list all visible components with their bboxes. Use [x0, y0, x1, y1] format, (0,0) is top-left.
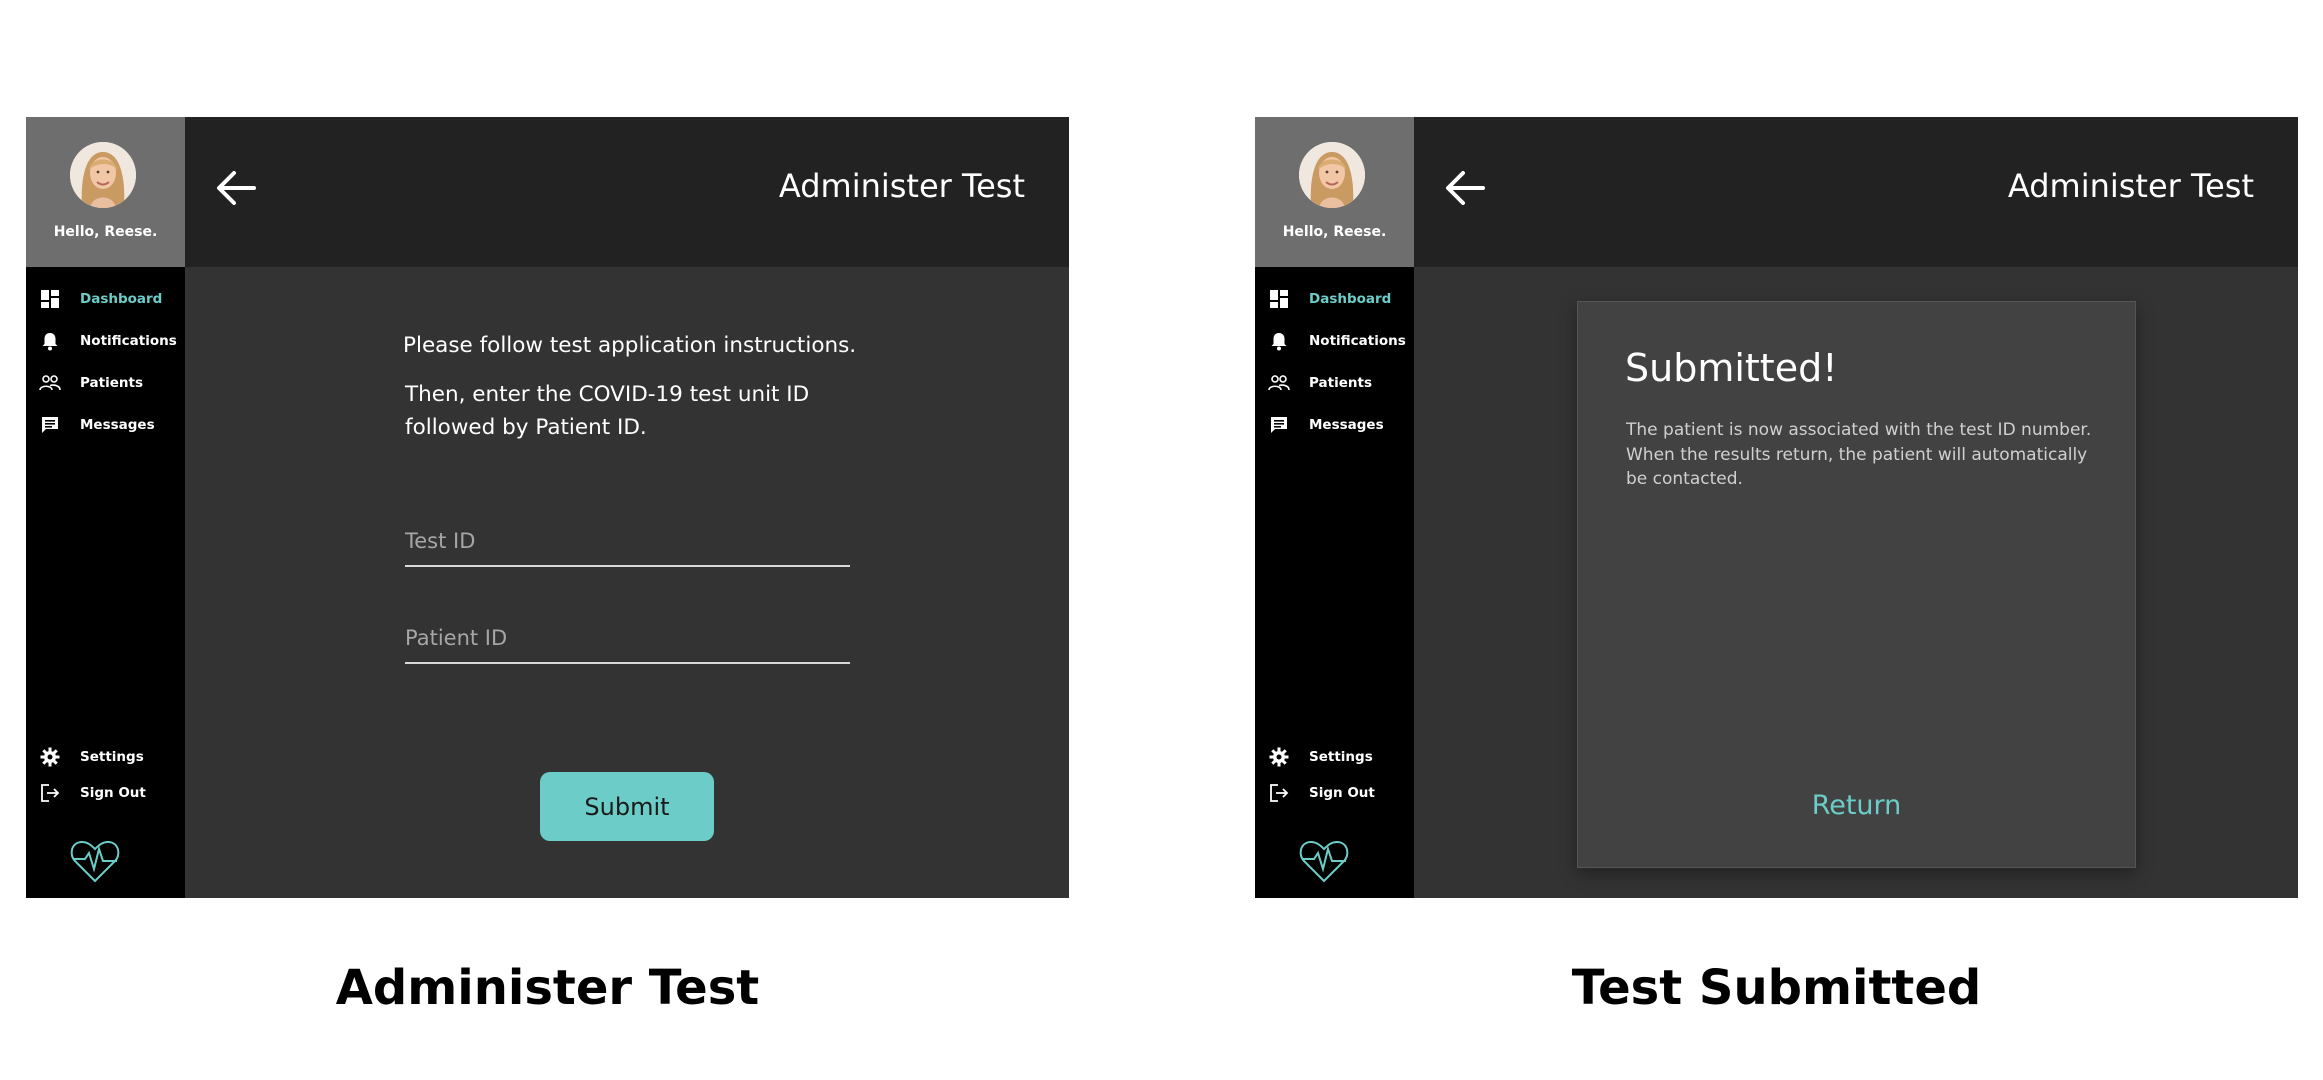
back-button[interactable]	[1442, 165, 1488, 211]
arrow-left-icon	[1446, 171, 1485, 205]
instruction-text-secondary: Then, enter the COVID-19 test unit ID fo…	[405, 382, 810, 440]
instruction-text: Please follow test application instructi…	[403, 333, 857, 358]
sidebar-item-patients[interactable]: Patients	[1267, 371, 1372, 395]
sign-out-icon	[38, 781, 62, 805]
submit-button[interactable]: Submit	[540, 772, 714, 841]
user-avatar[interactable]	[1299, 142, 1365, 208]
administer-test-screen: Hello, Reese. Dashboard Notifications Pa…	[26, 117, 1069, 898]
sidebar: Hello, Reese. Dashboard Notifications Pa…	[26, 117, 185, 898]
header-bar: Administer Test	[1414, 117, 2298, 267]
sidebar-item-messages[interactable]: Messages	[1267, 413, 1384, 437]
return-button[interactable]: Return	[1578, 790, 2135, 821]
test-id-input[interactable]	[405, 517, 850, 567]
greeting-text: Hello, Reese.	[53, 224, 158, 240]
submitted-dialog: Submitted! The patient is now associated…	[1577, 301, 2136, 868]
sidebar-item-sign-out[interactable]: Sign Out	[38, 781, 146, 805]
sidebar-item-label: Dashboard	[1309, 291, 1392, 307]
sidebar-item-notifications[interactable]: Notifications	[38, 329, 177, 353]
sidebar-item-label: Messages	[80, 417, 155, 433]
sidebar-item-settings[interactable]: Settings	[38, 745, 144, 769]
sidebar-item-label: Patients	[80, 375, 143, 391]
bell-icon	[38, 329, 62, 353]
sidebar-item-label: Messages	[1309, 417, 1384, 433]
sidebar-item-label: Notifications	[1309, 333, 1406, 349]
back-button[interactable]	[213, 165, 259, 211]
sidebar-item-dashboard[interactable]: Dashboard	[38, 287, 162, 311]
dialog-message: The patient is now associated with the t…	[1626, 420, 2092, 489]
profile-panel: Hello, Reese.	[26, 117, 185, 267]
test-submitted-screen: Hello, Reese. Dashboard Notifications Pa…	[1255, 117, 2298, 898]
dialog-title: Submitted!	[1625, 346, 1838, 390]
sidebar-item-settings[interactable]: Settings	[1267, 745, 1373, 769]
heart-pulse-logo	[1299, 840, 1349, 883]
header-bar: Administer Test	[185, 117, 1069, 267]
sidebar-item-label: Patients	[1309, 375, 1372, 391]
bell-icon	[1267, 329, 1291, 353]
people-icon	[1267, 371, 1291, 395]
profile-panel: Hello, Reese.	[1255, 117, 1414, 267]
sidebar-item-label: Sign Out	[80, 785, 146, 801]
sidebar-item-label: Dashboard	[80, 291, 163, 307]
sidebar: Hello, Reese. Dashboard Notifications Pa…	[1255, 117, 1414, 898]
heart-pulse-logo	[70, 840, 120, 883]
message-icon	[38, 413, 62, 437]
sidebar-item-sign-out[interactable]: Sign Out	[1267, 781, 1375, 805]
dashboard-icon	[38, 287, 62, 311]
gear-icon	[1267, 745, 1291, 769]
user-avatar[interactable]	[70, 142, 136, 208]
sidebar-item-label: Notifications	[80, 333, 177, 349]
dashboard-icon	[1267, 287, 1291, 311]
page-title: Administer Test	[778, 167, 1025, 205]
patient-id-input[interactable]	[405, 614, 850, 664]
sidebar-item-messages[interactable]: Messages	[38, 413, 155, 437]
page-title: Administer Test	[2007, 167, 2254, 205]
sidebar-item-label: Settings	[1309, 749, 1373, 765]
arrow-left-icon	[217, 171, 256, 205]
gear-icon	[38, 745, 62, 769]
sign-out-icon	[1267, 781, 1291, 805]
caption-administer-test: Administer Test	[335, 960, 760, 1016]
sidebar-item-dashboard[interactable]: Dashboard	[1267, 287, 1391, 311]
sidebar-item-label: Sign Out	[1309, 785, 1375, 801]
people-icon	[38, 371, 62, 395]
sidebar-item-label: Settings	[80, 749, 144, 765]
greeting-text: Hello, Reese.	[1282, 224, 1387, 240]
sidebar-item-patients[interactable]: Patients	[38, 371, 143, 395]
message-icon	[1267, 413, 1291, 437]
sidebar-item-notifications[interactable]: Notifications	[1267, 329, 1406, 353]
caption-test-submitted: Test Submitted	[1571, 960, 1982, 1016]
